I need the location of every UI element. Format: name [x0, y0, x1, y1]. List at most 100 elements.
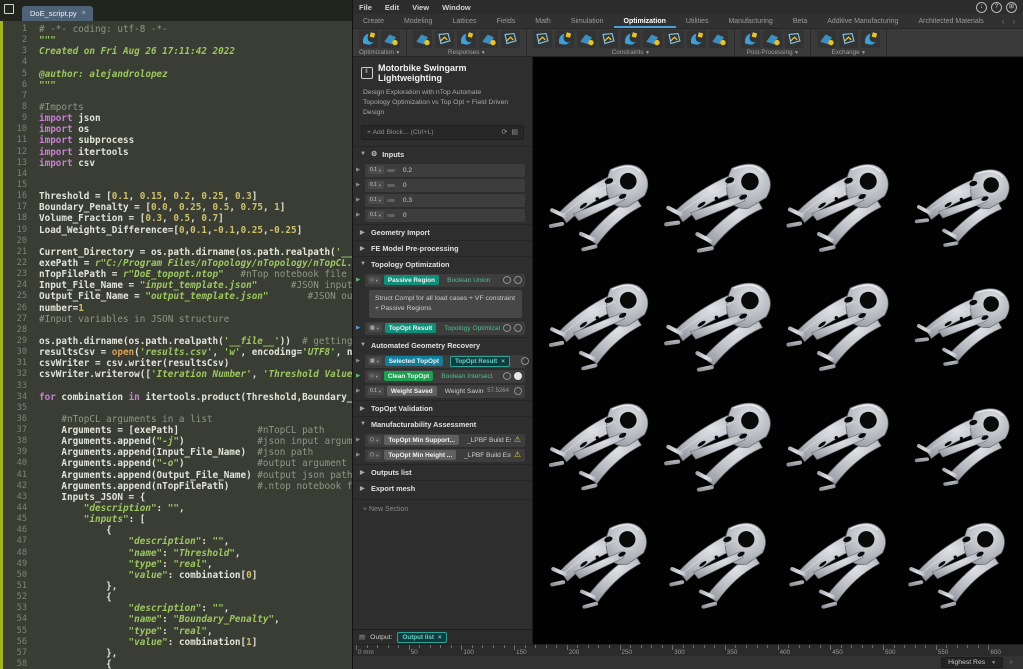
topopt-swingarm-result[interactable] [661, 504, 781, 624]
expander-icon[interactable]: ▶ [356, 197, 360, 203]
ribbon-tool-icon[interactable] [665, 30, 684, 48]
topopt-swingarm-result[interactable] [780, 384, 900, 504]
block-row[interactable]: ▶0.1▼0 [365, 209, 525, 222]
topopt-swingarm-result[interactable] [541, 265, 661, 385]
apps-icon[interactable]: ⊞ [1006, 2, 1017, 13]
ribbon-tool-icon[interactable] [457, 30, 476, 48]
section-fe-model-pre-processing[interactable]: ▶FE Model Pre-processing [353, 240, 532, 256]
code-area[interactable]: 1# -*- coding: utf-8 -*-2"""3Created on … [3, 21, 352, 669]
menu-item-edit[interactable]: Edit [385, 3, 399, 12]
ribbon-tool-icon[interactable] [709, 30, 728, 48]
ribbon-tool-icon[interactable] [763, 30, 782, 48]
value-chip[interactable]: TopOpt Result× [450, 356, 510, 367]
ribbon-tool-icon[interactable] [479, 30, 498, 48]
block-name-chip[interactable]: Clean TopOpt [384, 371, 433, 381]
block-row[interactable]: ▶◇▼Clean TopOptBoolean Intersect [365, 370, 525, 383]
topopt-swingarm-result[interactable] [900, 265, 1020, 385]
block-name-chip[interactable]: TopOpt Min Support... [384, 435, 459, 445]
ribbon-tool-icon[interactable] [359, 30, 378, 48]
ribbon-group-label[interactable]: Exchange [832, 49, 860, 56]
block-option-icon[interactable] [503, 372, 511, 380]
section-geometry-import[interactable]: ▶Geometry Import [353, 224, 532, 240]
block-value[interactable]: 0 [403, 182, 522, 189]
chevron-right-icon[interactable]: ▶ [360, 485, 366, 492]
topopt-swingarm-result[interactable] [900, 384, 1020, 504]
ribbon-tool-icon[interactable] [381, 30, 400, 48]
section-topopt-validation[interactable]: ▶TopOpt Validation [353, 400, 532, 416]
block-row[interactable]: ▶⬡▼TopOpt Min Height ..._LPBF Build Esti… [365, 449, 525, 462]
ribbon-tool-icon[interactable] [501, 30, 520, 48]
ribbon-tool-icon[interactable] [643, 30, 662, 48]
menu-item-view[interactable]: View [412, 3, 429, 12]
ribbon-tool-icon[interactable] [817, 30, 836, 48]
expander-icon[interactable]: ▶ [356, 437, 360, 443]
topopt-swingarm-result[interactable] [661, 145, 781, 265]
block-name-chip[interactable] [387, 199, 395, 202]
block-value[interactable]: Weight Savings [445, 388, 485, 395]
block-row[interactable]: ▶0.1▼0.3 [365, 194, 525, 207]
new-section-button[interactable]: + New Section [353, 499, 532, 513]
ribbon-tool-icon[interactable] [533, 30, 552, 48]
ribbon-group-label[interactable]: Responses [448, 49, 480, 56]
expander-icon[interactable]: ▶ [356, 452, 360, 458]
ribbon-tool-icon[interactable] [435, 30, 454, 48]
block-value[interactable]: Topology Optimization [444, 325, 500, 332]
chevron-down-icon[interactable]: ▼ [360, 261, 366, 267]
chevron-right-icon[interactable]: ▶ [360, 229, 366, 236]
block-name-chip[interactable]: Passive Region [384, 275, 439, 285]
tab-modeling[interactable]: Modeling [394, 14, 442, 28]
expander-icon[interactable]: ▶ [356, 358, 360, 364]
help-icon[interactable]: ? [991, 2, 1002, 13]
block-option-icon[interactable] [514, 387, 522, 395]
block-row[interactable]: ▶0.1▼0 [365, 179, 525, 192]
block-option-icon[interactable] [521, 357, 529, 365]
ribbon-group-label[interactable]: Optimization [359, 49, 394, 56]
block-option-icon[interactable] [514, 324, 522, 332]
ribbon-tool-icon[interactable] [861, 30, 880, 48]
ribbon-tool-icon[interactable] [785, 30, 804, 48]
block-name-chip[interactable] [387, 169, 395, 172]
tab-optimization[interactable]: Optimization [614, 14, 676, 28]
tab-architected-materials[interactable]: Architected Materials [908, 14, 993, 28]
ribbon-tool-icon[interactable] [839, 30, 858, 48]
topopt-swingarm-result[interactable] [541, 145, 661, 265]
block-row[interactable]: ▶0.1▼0.2 [365, 164, 525, 177]
chevron-right-icon[interactable]: ▶ [360, 405, 366, 412]
update-icon[interactable]: ↓ [976, 2, 987, 13]
tab-beta[interactable]: Beta [783, 14, 817, 28]
warning-icon[interactable]: ⚠ [514, 451, 521, 459]
block-value[interactable]: 0.2 [403, 167, 522, 174]
section-export-mesh[interactable]: ▶Export mesh [353, 480, 532, 496]
chevron-down-icon[interactable]: ▼ [360, 421, 366, 427]
expander-icon[interactable]: ▶ [356, 373, 360, 379]
expander-icon[interactable]: ▶ [356, 182, 360, 188]
menu-item-file[interactable]: File [359, 3, 372, 12]
topopt-swingarm-result[interactable] [541, 384, 661, 504]
block-value[interactable]: 0 [403, 212, 522, 219]
topopt-swingarm-result[interactable] [900, 504, 1020, 624]
chevron-down-icon[interactable]: ▼ [360, 151, 366, 157]
topopt-swingarm-result[interactable] [780, 504, 900, 624]
topopt-swingarm-result[interactable] [541, 504, 661, 624]
expander-icon[interactable]: ▶ [356, 325, 360, 331]
status-expand-icon[interactable]: » [1009, 659, 1013, 666]
tab-math[interactable]: Math [525, 14, 561, 28]
block-row[interactable]: ▶◇▼Passive RegionBoolean Union [365, 274, 525, 287]
block-value[interactable]: Boolean Intersect [441, 373, 500, 380]
tab-manufacturing[interactable]: Manufacturing [718, 14, 782, 28]
block-value[interactable]: Boolean Union [447, 277, 500, 284]
block-name-chip[interactable] [387, 214, 395, 217]
ribbon-tool-icon[interactable] [413, 30, 432, 48]
block-name-chip[interactable]: Selected TopOpt [385, 356, 443, 366]
tab-create[interactable]: Create [353, 14, 394, 28]
ribbon-tool-icon[interactable] [577, 30, 596, 48]
tab-close-icon[interactable]: × [82, 10, 86, 17]
section-automated-geometry-recovery[interactable]: ▼Automated Geometry Recovery [353, 337, 532, 353]
ribbon-tool-icon[interactable] [687, 30, 706, 48]
block-value[interactable]: _LPBF Build Estima... [467, 437, 511, 444]
section-topology-optimization[interactable]: ▼Topology Optimization [353, 256, 532, 272]
topopt-swingarm-result[interactable] [780, 145, 900, 265]
block-row[interactable]: ▶▦▼Selected TopOptTopOpt Result× [365, 355, 525, 368]
tab-fields[interactable]: Fields [487, 14, 526, 28]
topopt-swingarm-result[interactable] [661, 384, 781, 504]
